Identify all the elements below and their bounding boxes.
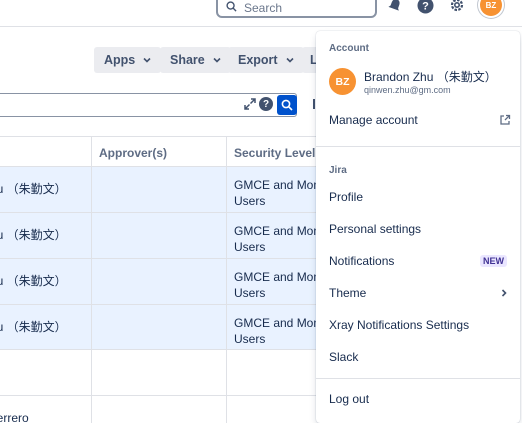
cell-approvers	[91, 213, 226, 258]
new-badge: NEW	[480, 255, 507, 267]
apps-button[interactable]: Apps	[94, 47, 162, 73]
issue-navigator-page: Search ? BZ Apps Share Export L ? Approv…	[0, 0, 522, 423]
apps-label: Apps	[104, 53, 136, 67]
search-placeholder: Search	[244, 1, 283, 15]
cell-approvers	[91, 305, 226, 349]
chevron-down-icon	[213, 57, 221, 63]
table-row[interactable]: uerrero	[0, 396, 330, 423]
cell-text: uerrero	[0, 411, 29, 423]
xray-notifications-settings-item[interactable]: Xray Notifications Settings	[316, 313, 520, 337]
avatar: BZ	[329, 68, 356, 95]
slack-item[interactable]: Slack	[316, 345, 520, 369]
user-name: Brandon Zhu （朱勤文）	[364, 70, 497, 84]
search-input[interactable]: Search	[216, 0, 377, 18]
column-header-assignee[interactable]	[0, 137, 91, 168]
user-email: qinwen.zhu@gm.com	[364, 85, 451, 95]
table-header: Approver(s) Security Level	[0, 136, 330, 168]
run-search-button[interactable]	[277, 95, 297, 115]
account-dropdown-menu: Account BZ Brandon Zhu （朱勤文） qinwen.zhu@…	[316, 31, 520, 423]
manage-account-item[interactable]: Manage account	[316, 108, 520, 132]
cell-security-level: GMCE and Mome Users	[226, 167, 330, 212]
profile-label: Profile	[329, 190, 364, 204]
settings-icon[interactable]	[446, 0, 468, 16]
table-row[interactable]: nu （朱勤文） GMCE and Mome Users	[0, 213, 330, 259]
chevron-down-icon	[286, 57, 294, 63]
cell-security-level: GMCE and Mome Users	[226, 259, 330, 304]
divider	[316, 146, 520, 147]
theme-label: Theme	[329, 286, 367, 300]
cell-approvers	[91, 350, 226, 395]
cell-text: nu （朱勤文）	[0, 274, 67, 288]
expand-icon[interactable]	[244, 98, 256, 110]
account-section-title: Account	[329, 43, 369, 54]
divider	[316, 378, 520, 379]
export-label: Export	[238, 53, 278, 67]
slack-label: Slack	[329, 350, 359, 364]
search-icon	[281, 99, 293, 111]
search-icon	[226, 1, 237, 12]
column-header-security-level[interactable]: Security Level	[226, 137, 330, 168]
external-link-icon	[500, 114, 511, 125]
cell-assignee: uerrero	[0, 396, 91, 423]
cell-text: nu （朱勤文）	[0, 228, 67, 242]
personal-settings-item[interactable]: Personal settings	[316, 217, 520, 241]
cell-text: nu （朱勤文）	[0, 182, 67, 196]
personal-settings-label: Personal settings	[329, 222, 422, 236]
cell-text: nu （朱勤文）	[0, 320, 67, 334]
help-icon[interactable]: ?	[414, 0, 436, 16]
export-button[interactable]: Export	[228, 47, 304, 73]
profile-item[interactable]: Profile	[316, 185, 520, 209]
cell-security-level: GMCE and Mome Users	[226, 213, 330, 258]
partial-control	[313, 99, 315, 109]
query-help-icon[interactable]: ?	[259, 97, 273, 111]
cell-approvers	[91, 396, 226, 423]
log-out-item[interactable]: Log out	[316, 387, 520, 411]
jira-section-title: Jira	[329, 165, 347, 176]
chevron-right-icon	[501, 289, 507, 297]
user-avatar-button[interactable]: BZ	[480, 0, 502, 16]
log-out-label: Log out	[329, 392, 370, 406]
theme-item[interactable]: Theme	[316, 281, 520, 305]
cell-assignee	[0, 350, 91, 395]
cell-assignee: nu （朱勤文）	[0, 213, 91, 258]
chevron-down-icon	[143, 57, 151, 63]
table-row[interactable]: nu （朱勤文） GMCE and Mome Users	[0, 305, 330, 350]
cell-assignee: nu （朱勤文）	[0, 167, 91, 212]
share-label: Share	[170, 53, 205, 67]
column-header-approvers[interactable]: Approver(s)	[91, 137, 226, 168]
table-row[interactable]	[0, 350, 330, 396]
cell-security-level	[226, 396, 330, 423]
table-row[interactable]: nu （朱勤文） GMCE and Mome Users	[0, 259, 330, 305]
manage-account-label: Manage account	[329, 113, 418, 127]
table-row[interactable]: nu （朱勤文） GMCE and Mome Users	[0, 167, 330, 213]
svg-text:?: ?	[422, 0, 429, 12]
cell-security-level: GMCE and Mome Users	[226, 305, 330, 349]
cell-security-level	[226, 350, 330, 395]
top-navigation-bar: Search ? BZ	[0, 0, 522, 27]
notifications-item[interactable]: Notifications NEW	[316, 249, 520, 273]
notifications-label: Notifications	[329, 254, 395, 268]
notifications-icon[interactable]	[384, 0, 406, 16]
xray-notifications-label: Xray Notifications Settings	[329, 318, 470, 332]
cell-approvers	[91, 167, 226, 212]
cell-assignee: nu （朱勤文）	[0, 259, 91, 304]
share-button[interactable]: Share	[160, 47, 231, 73]
cell-approvers	[91, 259, 226, 304]
cell-assignee: nu （朱勤文）	[0, 305, 91, 349]
